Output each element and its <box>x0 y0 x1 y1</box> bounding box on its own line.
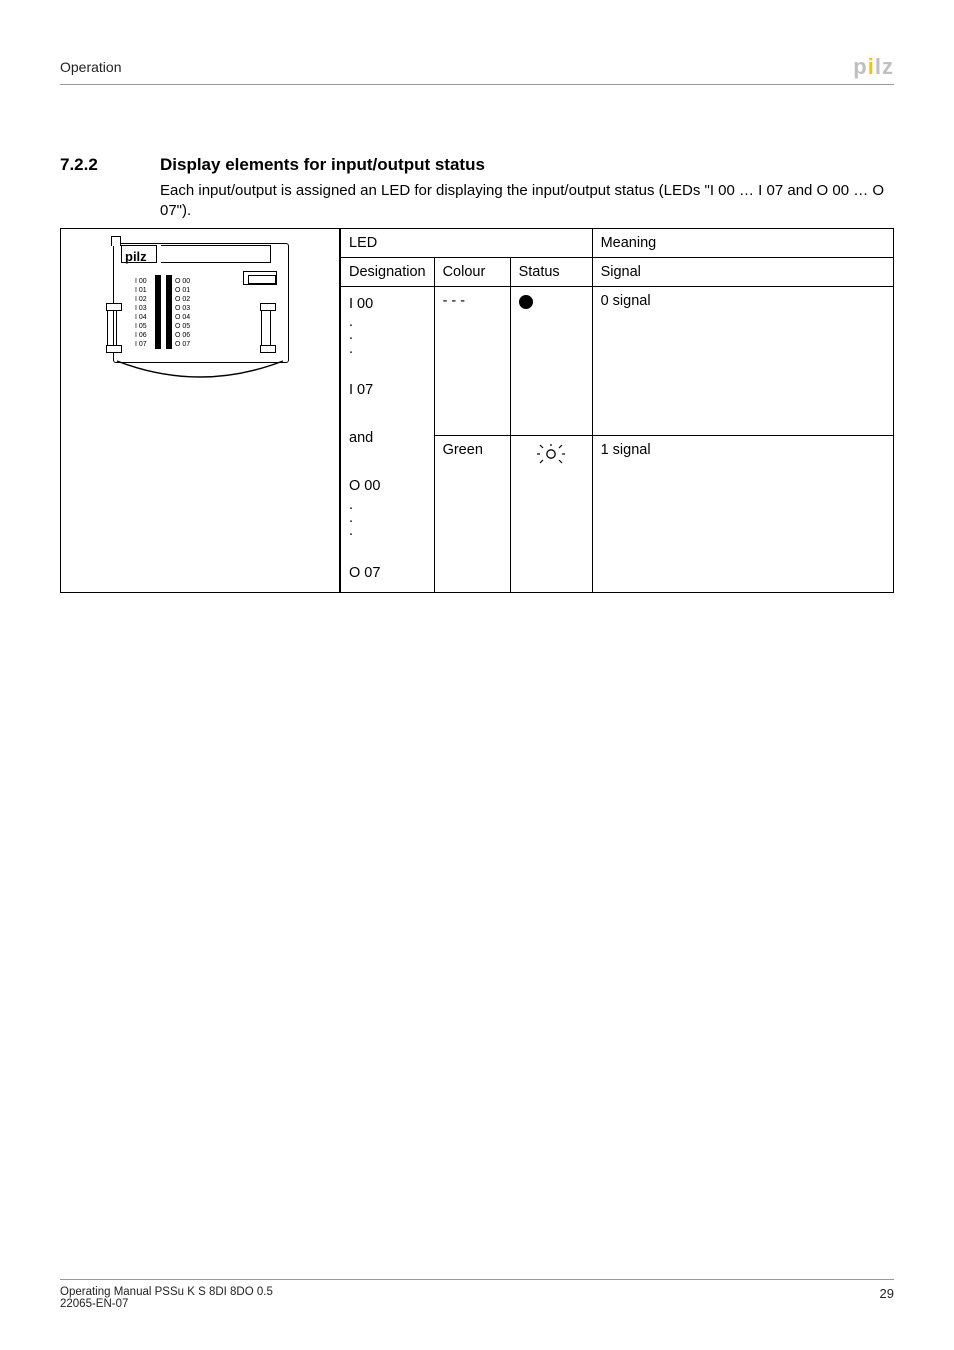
led-bar-left <box>155 275 161 349</box>
signal-header: Signal <box>592 257 893 286</box>
status-header: Status <box>510 257 592 286</box>
led-bar-right <box>166 275 172 349</box>
designation-header: Designation <box>341 257 435 286</box>
designation-cell: I 00... I 07 and O 00... O 07 <box>341 286 435 593</box>
meaning-on: 1 signal <box>592 435 893 593</box>
section-title: Display elements for input/output status <box>160 155 485 175</box>
output-led-labels: O 00O 01O 02O 03O 04O 05O 06O 07 <box>175 277 190 349</box>
led-table: LED Meaning Designation Colour Status Si… <box>340 228 894 594</box>
lens-curve-icon <box>115 359 285 385</box>
status-off <box>510 286 592 435</box>
colour-on: Green <box>434 435 510 593</box>
device-brand: pilz <box>125 249 147 264</box>
status-on <box>510 435 592 593</box>
page-footer: Operating Manual PSSu K S 8DI 8DO 0.5 22… <box>60 1279 894 1310</box>
brand-logo: pilz <box>853 54 894 80</box>
section-body: Each input/output is assigned an LED for… <box>160 181 894 222</box>
led-header: LED <box>341 228 593 257</box>
footer-title: Operating Manual PSSu K S 8DI 8DO 0.5 <box>60 1286 273 1298</box>
footer-docid: 22065-EN-07 <box>60 1298 273 1310</box>
device-figure: pilz I 00I 01I 02I 03I 04I 05I 06I 07 O … <box>60 228 340 594</box>
section-number: 7.2.2 <box>60 155 160 175</box>
connector-right-icon <box>261 305 271 351</box>
colour-header: Colour <box>434 257 510 286</box>
page-number: 29 <box>880 1286 894 1310</box>
header-section: Operation <box>60 59 121 75</box>
meaning-off: 0 signal <box>592 286 893 435</box>
led-off-icon <box>519 295 533 309</box>
input-led-labels: I 00I 01I 02I 03I 04I 05I 06I 07 <box>135 277 147 349</box>
led-on-icon <box>537 444 565 464</box>
colour-off: - - - <box>434 286 510 435</box>
connector-left-icon <box>107 305 117 351</box>
meaning-header: Meaning <box>592 228 893 257</box>
module-slot-icon <box>243 271 277 285</box>
